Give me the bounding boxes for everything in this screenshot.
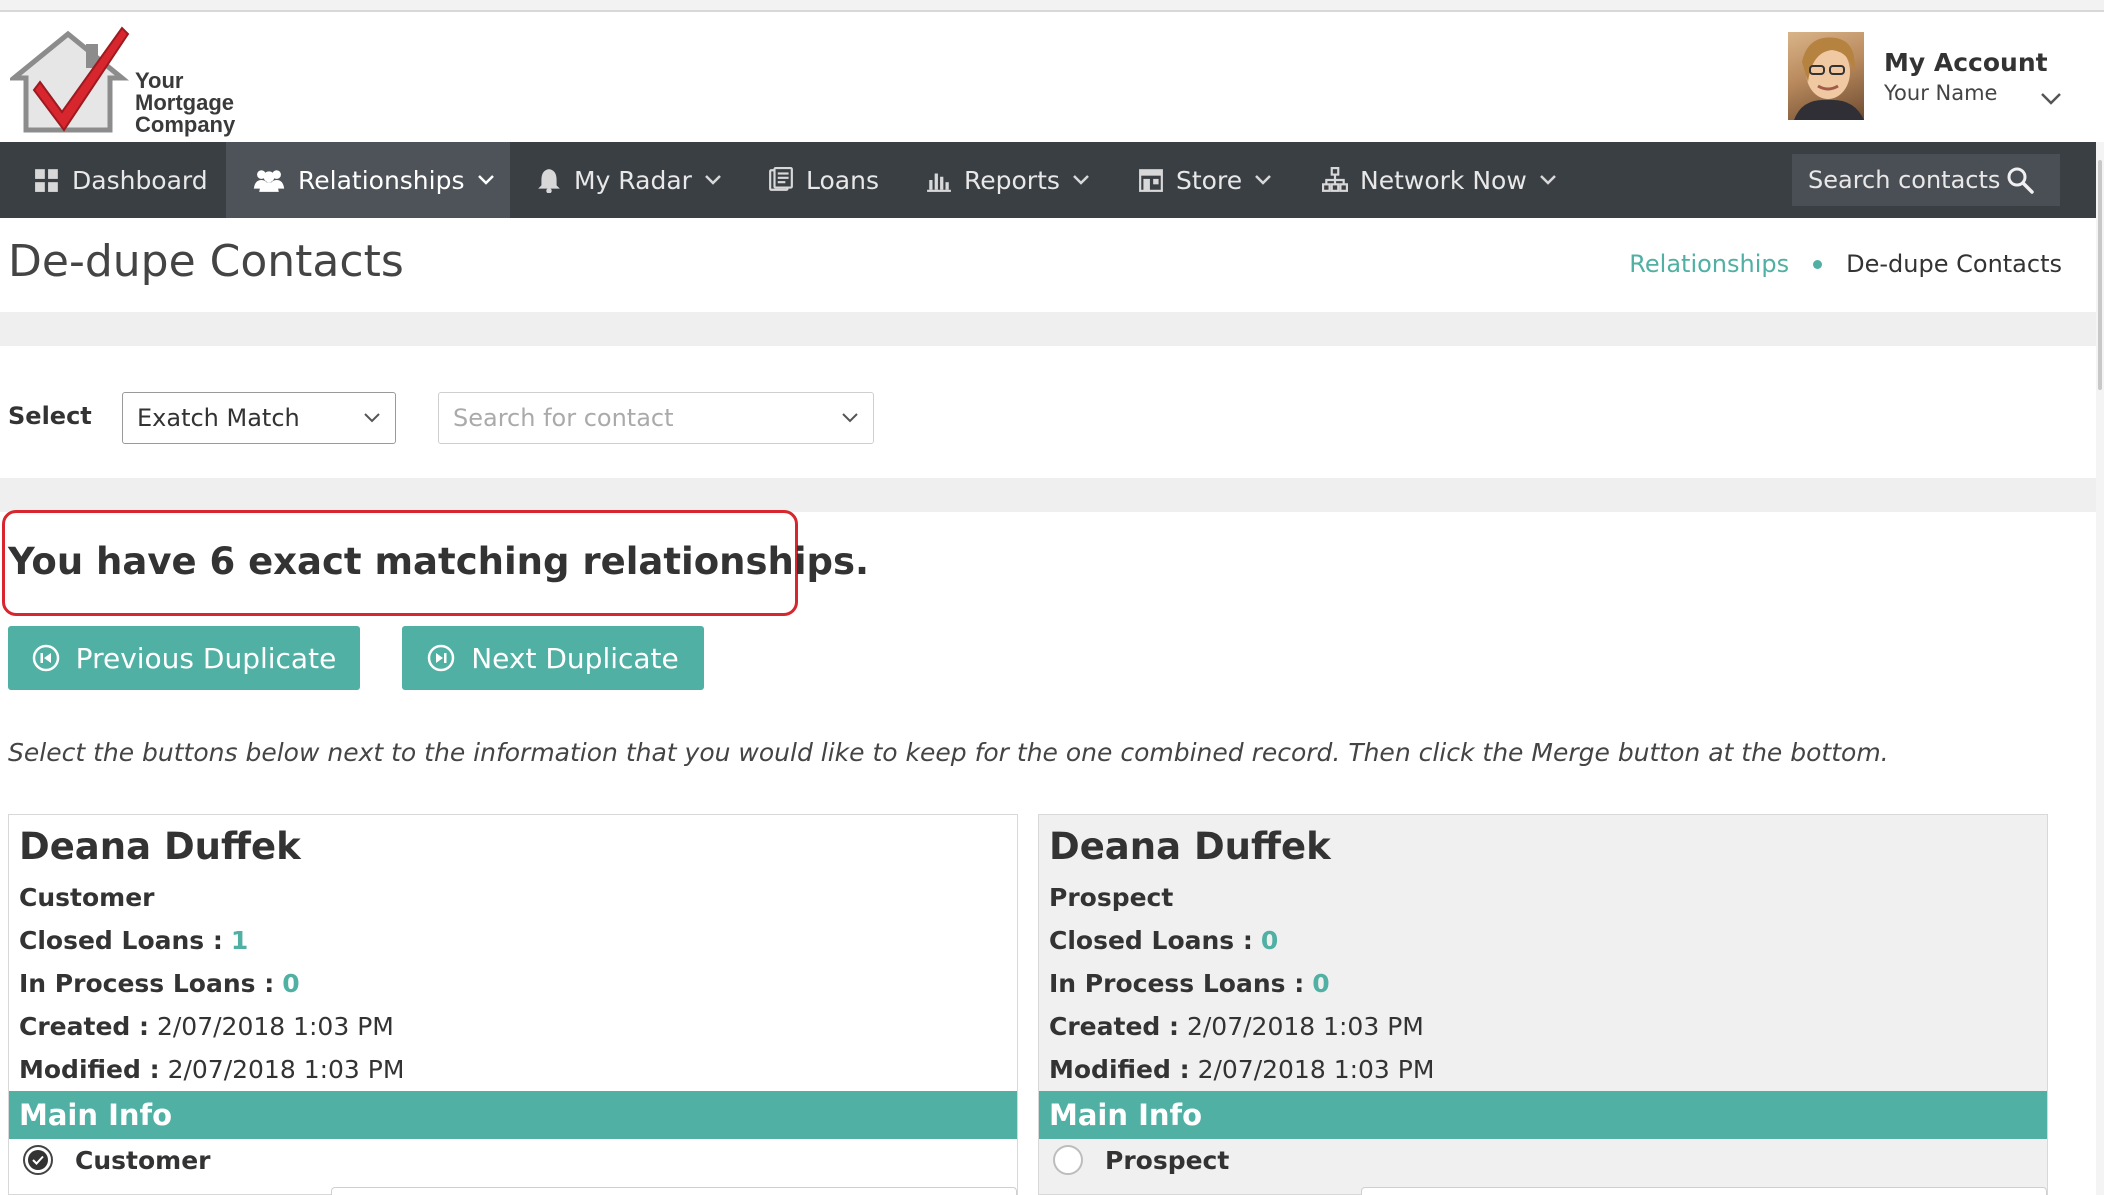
bar-chart-icon <box>927 173 951 192</box>
user-photo-icon <box>1794 37 1864 120</box>
chevron-down-icon <box>364 413 380 423</box>
main-info-header: Main Info <box>1039 1091 2047 1139</box>
users-icon <box>253 170 285 192</box>
chevron-down-icon[interactable] <box>2040 92 2062 106</box>
chevron-down-icon <box>1539 175 1556 185</box>
account-title: My Account <box>1884 48 2048 77</box>
created-date: Created : 2/07/2018 1:03 PM <box>1049 1012 1424 1041</box>
type-radio-selected[interactable] <box>23 1145 53 1175</box>
next-duplicate-button[interactable]: Next Duplicate <box>402 626 704 690</box>
next-duplicate-label: Next Duplicate <box>471 641 679 675</box>
chevron-down-icon <box>1073 175 1089 185</box>
type-option-row[interactable]: Customer <box>23 1145 211 1175</box>
chevron-down-icon <box>842 413 858 423</box>
company-logo[interactable]: Your Mortgage Company <box>10 26 250 138</box>
breadcrumb: Relationships De-dupe Contacts <box>1629 250 2062 278</box>
nav-item-store[interactable]: Store <box>1138 142 1272 218</box>
breadcrumb-separator <box>1813 259 1823 269</box>
match-type-select[interactable]: Exatch Match <box>122 392 396 444</box>
contact-name: Deana Duffek <box>1049 825 1331 868</box>
store-icon <box>1139 169 1163 192</box>
contact-search <box>1792 154 2060 206</box>
created-date: Created : 2/07/2018 1:03 PM <box>19 1012 394 1041</box>
type-radio-unselected[interactable] <box>1053 1145 1083 1175</box>
page-title: De-dupe Contacts <box>8 236 404 287</box>
skip-next-icon <box>427 644 455 672</box>
type-option-row[interactable]: Prospect <box>1053 1145 1229 1175</box>
contact-type: Prospect <box>1049 883 1174 912</box>
field-input-top[interactable] <box>1361 1187 2047 1195</box>
nav-item-reports[interactable]: Reports <box>926 142 1090 218</box>
header: Your Mortgage Company My Account Your Na… <box>0 12 2104 142</box>
match-type-value: Exatch Match <box>137 404 300 432</box>
search-icon[interactable] <box>2006 166 2034 194</box>
main-navigation: Dashboard Relationships My Radar Loans R… <box>0 142 2096 218</box>
account-user-name: Your Name <box>1884 81 1998 105</box>
nav-item-network-now[interactable]: Network Now <box>1322 142 1557 218</box>
nav-label: Dashboard <box>72 165 208 195</box>
contact-search-select[interactable]: Search for contact <box>438 392 874 444</box>
network-icon <box>1322 167 1348 192</box>
main-info-header: Main Info <box>9 1091 1017 1139</box>
merge-instructions: Select the buttons below next to the inf… <box>8 738 1889 767</box>
match-count-text: You have 6 exact matching relationships. <box>8 540 870 583</box>
in-process-loans: In Process Loans : 0 <box>1049 969 1330 998</box>
previous-duplicate-label: Previous Duplicate <box>75 641 337 675</box>
chevron-down-icon <box>1255 175 1271 185</box>
bell-icon <box>538 169 560 193</box>
section-divider <box>0 312 2096 346</box>
section-divider <box>0 478 2096 512</box>
field-input-top[interactable] <box>331 1187 1017 1195</box>
contact-name: Deana Duffek <box>19 825 301 868</box>
check-icon <box>32 1155 44 1165</box>
nav-item-relationships[interactable]: Relationships <box>226 142 510 218</box>
chevron-down-icon <box>477 175 494 185</box>
avatar[interactable] <box>1788 32 1864 120</box>
scrollbar-thumb[interactable] <box>2098 160 2102 390</box>
nav-label: Loans <box>806 165 879 195</box>
select-label: Select <box>8 402 92 430</box>
closed-loans: Closed Loans : 1 <box>19 926 249 955</box>
contact-type: Customer <box>19 883 155 912</box>
contact-search-placeholder: Search for contact <box>453 404 674 432</box>
nav-label: My Radar <box>574 165 692 195</box>
in-process-loans: In Process Loans : 0 <box>19 969 300 998</box>
breadcrumb-current: De-dupe Contacts <box>1846 250 2062 278</box>
skip-previous-icon <box>32 644 59 672</box>
my-account-menu[interactable]: My Account Your Name <box>1884 48 2048 105</box>
closed-loans: Closed Loans : 0 <box>1049 926 1279 955</box>
contact-card-right: Deana Duffek Prospect Closed Loans : 0 I… <box>1038 814 2048 1195</box>
nav-item-my-radar[interactable]: My Radar <box>536 142 722 218</box>
modified-date: Modified : 2/07/2018 1:03 PM <box>19 1055 405 1084</box>
nav-item-loans[interactable]: Loans <box>768 142 879 218</box>
previous-duplicate-button[interactable]: Previous Duplicate <box>8 626 360 690</box>
nav-label: Relationships <box>298 165 465 195</box>
nav-label: Store <box>1176 165 1243 195</box>
type-option-label: Prospect <box>1105 1145 1230 1175</box>
modified-date: Modified : 2/07/2018 1:03 PM <box>1049 1055 1435 1084</box>
search-contacts-input[interactable] <box>1792 166 2006 194</box>
dashboard-icon <box>35 169 58 192</box>
nav-label: Reports <box>964 165 1060 195</box>
breadcrumb-relationships-link[interactable]: Relationships <box>1629 250 1789 278</box>
type-option-label: Customer <box>75 1145 211 1175</box>
company-name: Your Mortgage Company <box>135 68 236 137</box>
nav-item-dashboard[interactable]: Dashboard <box>34 142 208 218</box>
chevron-down-icon <box>705 175 721 185</box>
nav-label: Network Now <box>1360 165 1527 195</box>
loans-icon <box>769 167 793 191</box>
browser-top-edge <box>0 0 2104 12</box>
contact-card-left: Deana Duffek Customer Closed Loans : 1 I… <box>8 814 1018 1195</box>
